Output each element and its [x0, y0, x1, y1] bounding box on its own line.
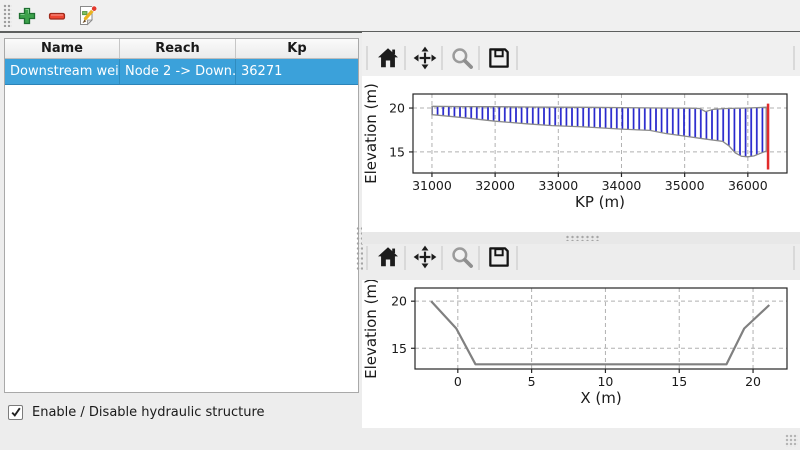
longitudinal-profile-chart[interactable]: 31000 32000 33000 34000 35000 36000 15 20 KP (m)… [362, 76, 800, 232]
cell-kp: 36271 [236, 59, 358, 84]
enable-checkbox-label: Enable / Disable hydraulic structure [32, 405, 265, 420]
enable-structure-row: Enable / Disable hydraulic structure [8, 403, 265, 421]
structures-table: Name Reach Kp Downstream weir Node 2 -> … [4, 38, 359, 393]
application-window: Name Reach Kp Downstream weir Node 2 -> … [0, 0, 800, 450]
x-tick-label: 15 [671, 374, 687, 389]
top-zoom-button[interactable] [447, 43, 477, 73]
toolbar-divider [404, 46, 406, 70]
toolbar-divider [793, 46, 795, 70]
magnifier-icon [449, 45, 475, 71]
move-arrows-icon [412, 45, 438, 71]
y-tick-label: 20 [389, 101, 405, 116]
toolbar-divider [793, 246, 795, 270]
move-arrows-icon [412, 244, 438, 270]
home-icon [375, 244, 401, 270]
x-tick-label: 10 [597, 374, 613, 389]
bottom-zoom-button[interactable] [447, 242, 477, 272]
x-tick-label: 33000 [538, 178, 578, 193]
checkmark-icon [10, 406, 22, 418]
table-header-row: Name Reach Kp [5, 39, 358, 59]
x-tick-label: 31000 [412, 178, 452, 193]
toolbar-divider [478, 246, 480, 270]
bottom-save-button[interactable] [484, 242, 514, 272]
table-row[interactable]: Downstream weir Node 2 -> Down... 36271 [5, 59, 358, 85]
x-tick-label: 32000 [475, 178, 515, 193]
remove-structure-button[interactable] [43, 2, 70, 29]
column-header-reach[interactable]: Reach [120, 39, 236, 58]
toolbar-divider [404, 246, 406, 270]
x-axis-label: X (m) [580, 389, 621, 407]
cross-section-chart[interactable]: 0 5 10 15 20 15 20 X (m) Elevation (m) [362, 280, 800, 428]
home-icon [375, 45, 401, 71]
document-edit-icon [75, 4, 98, 27]
y-tick-label: 15 [389, 144, 405, 159]
x-tick-label: 35000 [665, 178, 705, 193]
toolbar-divider [478, 46, 480, 70]
plus-icon [16, 5, 38, 27]
floppy-disk-icon [486, 244, 512, 270]
toolbar-drag-handle[interactable] [3, 4, 12, 27]
y-axis-label: Elevation (m) [362, 280, 380, 379]
cross-section-line [431, 301, 769, 364]
bottom-home-button[interactable] [373, 242, 403, 272]
floppy-disk-icon [486, 45, 512, 71]
add-structure-button[interactable] [13, 2, 40, 29]
top-save-button[interactable] [484, 43, 514, 73]
bottom-plot-canvas[interactable]: 0 5 10 15 20 15 20 X (m) Elevation (m) [362, 280, 800, 428]
toolbar-divider [441, 246, 443, 270]
top-home-button[interactable] [373, 43, 403, 73]
toolbar-divider [516, 246, 518, 270]
x-tick-label: 0 [454, 374, 462, 389]
x-tick-label: 36000 [728, 178, 768, 193]
x-axis-label: KP (m) [575, 193, 625, 211]
edit-structure-button[interactable] [73, 2, 100, 29]
x-tick-label: 34000 [602, 178, 642, 193]
toolbar-divider [366, 46, 368, 70]
top-pan-button[interactable] [410, 43, 440, 73]
status-area [362, 428, 800, 450]
toolbar-divider [441, 46, 443, 70]
toolbar-divider [516, 46, 518, 70]
cell-reach: Node 2 -> Down... [120, 59, 236, 84]
enable-checkbox[interactable] [8, 405, 23, 420]
riverbed-profile-band [432, 106, 766, 157]
minus-icon [46, 5, 68, 27]
bottom-pan-button[interactable] [410, 242, 440, 272]
toolbar-divider [366, 246, 368, 270]
column-header-name[interactable]: Name [5, 39, 120, 58]
main-toolbar [0, 0, 800, 31]
magnifier-icon [449, 244, 475, 270]
y-axis-label: Elevation (m) [362, 83, 380, 184]
window-resize-grip[interactable] [785, 434, 798, 447]
x-tick-label: 20 [745, 374, 761, 389]
y-tick-label: 20 [391, 294, 407, 309]
plot-splitter-handle[interactable] [565, 235, 599, 241]
x-tick-label: 5 [528, 374, 536, 389]
column-header-kp[interactable]: Kp [236, 39, 358, 58]
cell-name: Downstream weir [5, 59, 120, 84]
top-plot-canvas[interactable]: 31000 32000 33000 34000 35000 36000 15 20 KP (m)… [362, 76, 800, 232]
y-tick-label: 15 [391, 341, 407, 356]
